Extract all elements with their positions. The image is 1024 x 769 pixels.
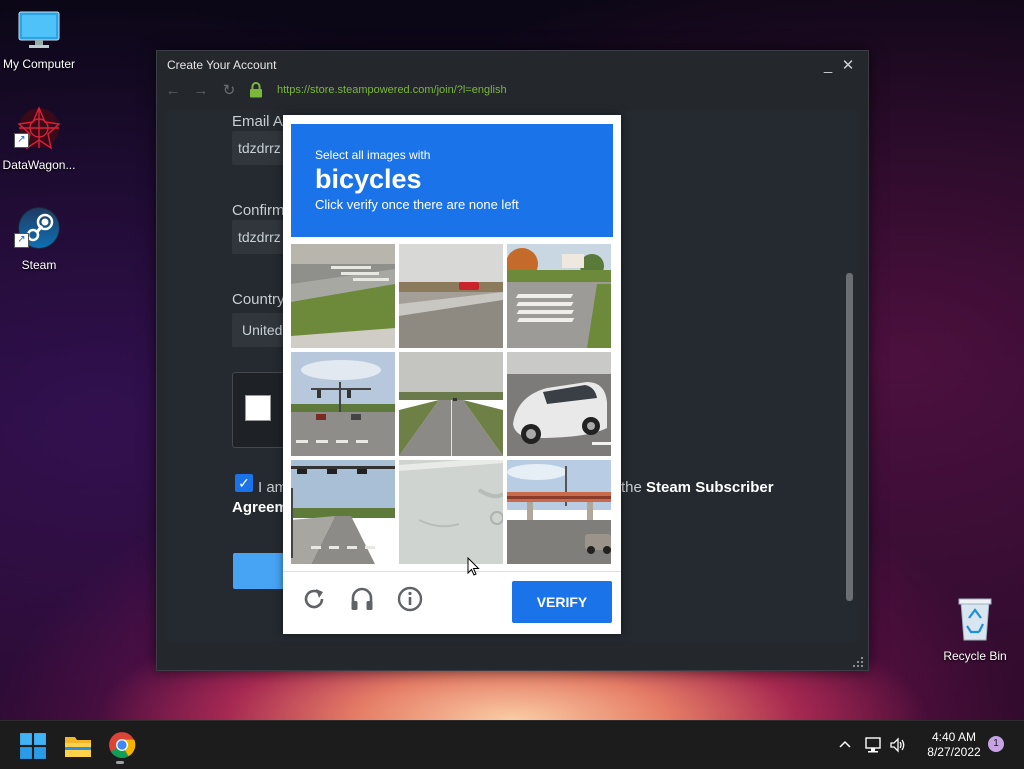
start-icon[interactable] (19, 732, 47, 760)
captcha-divider (283, 571, 621, 572)
captcha-subtext: Click verify once there are none left (315, 197, 519, 212)
minimize-button[interactable]: _ (818, 57, 838, 74)
subscriber-agreement-link[interactable]: Steam Subscriber (646, 479, 774, 496)
desktop-icon-recycle-bin[interactable]: Recycle Bin (936, 596, 1014, 663)
captcha-header: Select all images with bicycles Click ve… (291, 124, 613, 237)
agreement-link-line2[interactable]: Agreem (232, 499, 288, 516)
captcha-tile[interactable] (399, 352, 503, 456)
url-bar[interactable]: https://store.steampowered.com/join/?l=e… (277, 84, 507, 96)
volume-icon[interactable] (889, 736, 907, 754)
captcha-tile[interactable] (291, 352, 395, 456)
captcha-challenge: Select all images with bicycles Click ve… (283, 115, 621, 634)
captcha-tile[interactable] (291, 244, 395, 348)
forward-arrow-icon[interactable]: → (193, 82, 209, 99)
back-arrow-icon[interactable]: ← (165, 82, 181, 99)
clock-date: 8/27/2022 (927, 745, 981, 759)
desktop-icon-my-computer[interactable]: My Computer (0, 10, 78, 71)
active-app-indicator (116, 761, 124, 764)
captcha-target: bicycles (315, 164, 422, 194)
recaptcha-checkbox[interactable] (245, 395, 271, 421)
window-title: Create Your Account (167, 58, 277, 72)
chevron-up-icon[interactable] (838, 738, 852, 752)
lock-icon (250, 82, 262, 98)
captcha-tile[interactable] (291, 460, 395, 564)
clock-time: 4:40 AM (931, 730, 977, 744)
desktop-icon-label: My Computer (2, 57, 76, 71)
resize-grip-icon[interactable] (852, 656, 864, 668)
captcha-tile[interactable] (507, 352, 611, 456)
recycle-bin-icon (958, 598, 992, 641)
agree-checkbox[interactable]: ✓ (235, 474, 253, 492)
captcha-instruction: Select all images with (315, 148, 431, 162)
country-label: Country (232, 291, 285, 308)
reload-icon[interactable]: ↻ (221, 81, 237, 99)
desktop-icon-label: Steam (21, 258, 57, 272)
desktop-icon-label: Recycle Bin (943, 649, 1007, 663)
info-icon[interactable] (397, 586, 423, 612)
desktop-icon-steam[interactable]: ↗ Steam (0, 205, 78, 272)
refresh-icon[interactable] (301, 586, 327, 612)
desktop-icon-label: DataWagon... (2, 158, 76, 172)
verify-button[interactable]: VERIFY (512, 581, 612, 623)
chrome-icon[interactable] (108, 731, 136, 759)
captcha-image-grid (291, 244, 613, 566)
network-icon[interactable] (864, 736, 882, 754)
notification-badge[interactable]: 1 (988, 736, 1004, 752)
confirm-email-label: Confirm (232, 202, 285, 219)
shortcut-arrow-icon: ↗ (14, 233, 29, 248)
shortcut-arrow-icon: ↗ (14, 133, 29, 148)
captcha-tile[interactable] (507, 460, 611, 564)
captcha-tile[interactable] (507, 244, 611, 348)
file-explorer-icon[interactable] (64, 732, 92, 760)
taskbar: 4:40 AM 8/27/2022 (0, 720, 1024, 769)
scrollbar-thumb[interactable] (846, 273, 853, 601)
navigation-bar: ← → ↻ https://store.steampowered.com/joi… (157, 79, 868, 101)
monitor-icon (18, 11, 60, 48)
close-button[interactable]: ✕ (838, 56, 858, 74)
agree-text-the: the (621, 479, 642, 496)
captcha-tile[interactable] (399, 244, 503, 348)
taskbar-clock[interactable]: 4:40 AM 8/27/2022 (916, 730, 992, 760)
captcha-tile[interactable] (399, 460, 503, 564)
desktop-icon-datawagon[interactable]: ↗ DataWagon... (0, 105, 78, 172)
window-titlebar[interactable]: Create Your Account _ ✕ (157, 51, 868, 79)
mouse-cursor-icon (467, 557, 480, 576)
audio-challenge-icon[interactable] (349, 586, 375, 612)
